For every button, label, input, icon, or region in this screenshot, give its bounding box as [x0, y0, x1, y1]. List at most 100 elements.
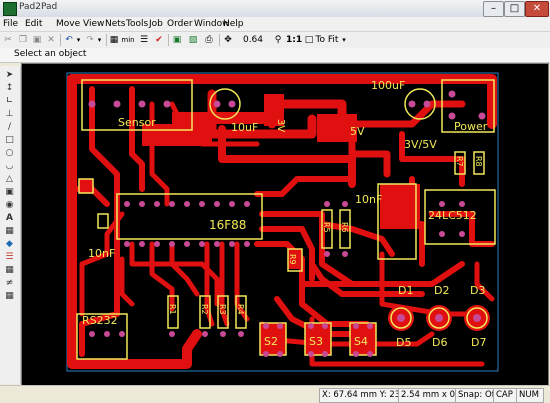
pad [367, 351, 373, 357]
pad [244, 241, 250, 247]
label-s4: S4 [354, 335, 368, 348]
num-lock-indicator: NUM [516, 388, 544, 403]
maximize-button[interactable]: □ [504, 1, 525, 17]
label-mcu: 16F88 [209, 218, 246, 232]
menu-edit[interactable]: Edit [25, 17, 42, 31]
move-icon[interactable]: ↕ [3, 83, 16, 94]
zoom-1to1-button[interactable]: 1:1 [286, 33, 302, 47]
polygon-icon[interactable]: △ [3, 174, 16, 185]
circle-icon[interactable]: ○ [3, 148, 16, 159]
pad [342, 251, 348, 257]
label-r4: R4 [236, 304, 245, 315]
close-button[interactable]: ✕ [525, 1, 549, 17]
check-icon[interactable]: ✔ [153, 33, 165, 47]
toolbar-separator [106, 34, 107, 46]
pad [214, 241, 220, 247]
menu-view[interactable]: View [83, 17, 104, 31]
text-icon[interactable]: A [3, 213, 16, 224]
menu-file[interactable]: File [3, 17, 18, 31]
pad [459, 201, 465, 207]
menu-help[interactable]: Help [223, 17, 244, 31]
line-icon[interactable]: ∕ [3, 122, 16, 133]
drc-icon[interactable]: ▣ [171, 33, 183, 47]
pad [277, 351, 283, 357]
menu-tools[interactable]: Tools [126, 17, 148, 31]
pad [229, 241, 235, 247]
pcb-board: Sensor 10uF 3V 100uF 5V 3V/5V Power 16F8… [66, 72, 499, 372]
undo-icon[interactable]: ↶ [63, 33, 75, 47]
delete-icon[interactable]: ✕ [45, 33, 57, 47]
hatch-icon[interactable]: ▦ [3, 226, 16, 237]
component-icon[interactable]: ▣ [3, 187, 16, 198]
layers-icon[interactable]: ▧ [187, 33, 199, 47]
label-reg-3v: 3V [275, 119, 286, 132]
zoom-step-field[interactable]: 0.64 mm [236, 33, 270, 59]
pad [88, 100, 96, 108]
pad [322, 323, 328, 329]
pcb-canvas[interactable]: Sensor 10uF 3V 100uF 5V 3V/5V Power 16F8… [21, 63, 549, 386]
label-power: Power [454, 120, 488, 133]
label-r7: R7 [455, 156, 464, 167]
grid-units-label[interactable]: min [120, 33, 136, 47]
hint-text: Select an object [14, 49, 87, 59]
menu-move[interactable]: Move [56, 17, 80, 31]
pad [104, 331, 110, 337]
cap-pad [79, 179, 93, 193]
layer-icon[interactable]: ◆ [3, 239, 16, 250]
pad [214, 201, 220, 207]
zoom-fit-dropdown-icon[interactable]: ▾ [340, 33, 348, 47]
snap-status[interactable]: Snap: Off [455, 388, 494, 403]
pad [169, 331, 175, 337]
select-arrow-icon[interactable]: ➤ [3, 70, 16, 81]
label-d3: D3 [470, 284, 485, 297]
pad [244, 201, 250, 207]
caps-lock-indicator: CAP [493, 388, 517, 403]
pad [277, 323, 283, 329]
pad [138, 100, 146, 108]
pad [263, 323, 269, 329]
arc-icon[interactable]: ◡ [3, 161, 16, 172]
hole-icon[interactable]: ◉ [3, 200, 16, 211]
pad [342, 201, 348, 207]
trace-icon[interactable]: ∟ [3, 96, 16, 107]
pin-icon[interactable]: ⊥ [3, 109, 16, 120]
cut-icon[interactable]: ✂ [2, 33, 14, 47]
redo-icon[interactable]: ↷ [84, 33, 96, 47]
pad [408, 100, 416, 108]
pad [213, 100, 221, 108]
print-icon[interactable]: ⎙ [203, 33, 215, 47]
grid-icon[interactable]: ▦ [108, 33, 120, 47]
ruler-icon[interactable]: ☰ [138, 33, 150, 47]
measure-icon[interactable]: ≠ [3, 278, 16, 289]
pad [124, 241, 130, 247]
undo-dropdown-icon[interactable]: ▾ [75, 33, 82, 47]
move-icon[interactable]: ✥ [222, 33, 234, 47]
zoom-fit-select[interactable]: To Fit [314, 33, 340, 47]
rectangle-icon[interactable]: □ [3, 135, 16, 146]
pad [139, 241, 145, 247]
menu-order[interactable]: Order [167, 17, 193, 31]
menu-job[interactable]: Job [149, 17, 163, 31]
pad [308, 351, 314, 357]
paste-icon[interactable]: ▣ [31, 33, 43, 47]
pad [184, 241, 190, 247]
hint-bar: Select an object [0, 48, 550, 63]
redo-dropdown-icon[interactable]: ▾ [96, 33, 103, 47]
grid-icon[interactable]: ▦ [3, 265, 16, 276]
pad [139, 201, 145, 207]
zoom-fit-icon[interactable]: □ [304, 33, 314, 47]
app-icon [3, 2, 17, 16]
copy-icon[interactable]: ❐ [17, 33, 29, 47]
menu-nets[interactable]: Nets [105, 17, 126, 31]
stack-icon[interactable]: ☰ [3, 252, 16, 263]
label-r5: R5 [322, 222, 331, 233]
pad [308, 323, 314, 329]
zoom-icon[interactable]: ⚲ [272, 33, 284, 47]
minimize-button[interactable]: – [483, 1, 504, 17]
pad [322, 351, 328, 357]
pad [353, 323, 359, 329]
pad [113, 100, 121, 108]
label-r1: R1 [168, 304, 177, 315]
ruler-icon[interactable]: ▦ [3, 291, 16, 302]
pad [367, 323, 373, 329]
